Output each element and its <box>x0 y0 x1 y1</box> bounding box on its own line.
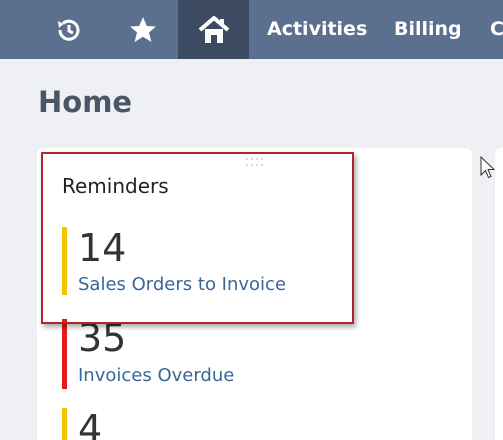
reminder-count: 14 <box>78 226 127 270</box>
status-bar <box>62 319 67 389</box>
reminder-count: 4 <box>78 407 103 440</box>
portlet-title: Reminders <box>62 174 169 198</box>
tab-billing[interactable]: Billing <box>394 0 462 59</box>
reminder-sales-orders[interactable]: 14 Sales Orders to Invoice <box>62 227 352 297</box>
reminder-count: 35 <box>78 316 127 360</box>
home-tab[interactable] <box>178 0 249 59</box>
home-icon <box>198 15 229 43</box>
status-bar <box>62 227 67 295</box>
tab-activities[interactable]: Activities <box>267 0 367 59</box>
mouse-cursor-icon <box>480 156 496 179</box>
reminder-link[interactable]: Invoices Overdue <box>78 365 234 386</box>
reminder-invoices-overdue[interactable]: 35 Invoices Overdue <box>62 319 352 389</box>
reminder-item-3[interactable]: 4 <box>62 408 352 440</box>
drag-handle-icon[interactable] <box>244 156 266 168</box>
reminder-link[interactable]: Sales Orders to Invoice <box>78 274 286 295</box>
tab-partial[interactable]: C <box>490 0 503 59</box>
status-bar <box>62 408 67 440</box>
page-title: Home <box>38 85 133 119</box>
recent-clock-icon[interactable] <box>46 0 92 59</box>
star-icon[interactable] <box>120 0 166 59</box>
adjacent-portlet <box>495 148 503 440</box>
top-navigation-bar: Activities Billing C <box>0 0 503 59</box>
